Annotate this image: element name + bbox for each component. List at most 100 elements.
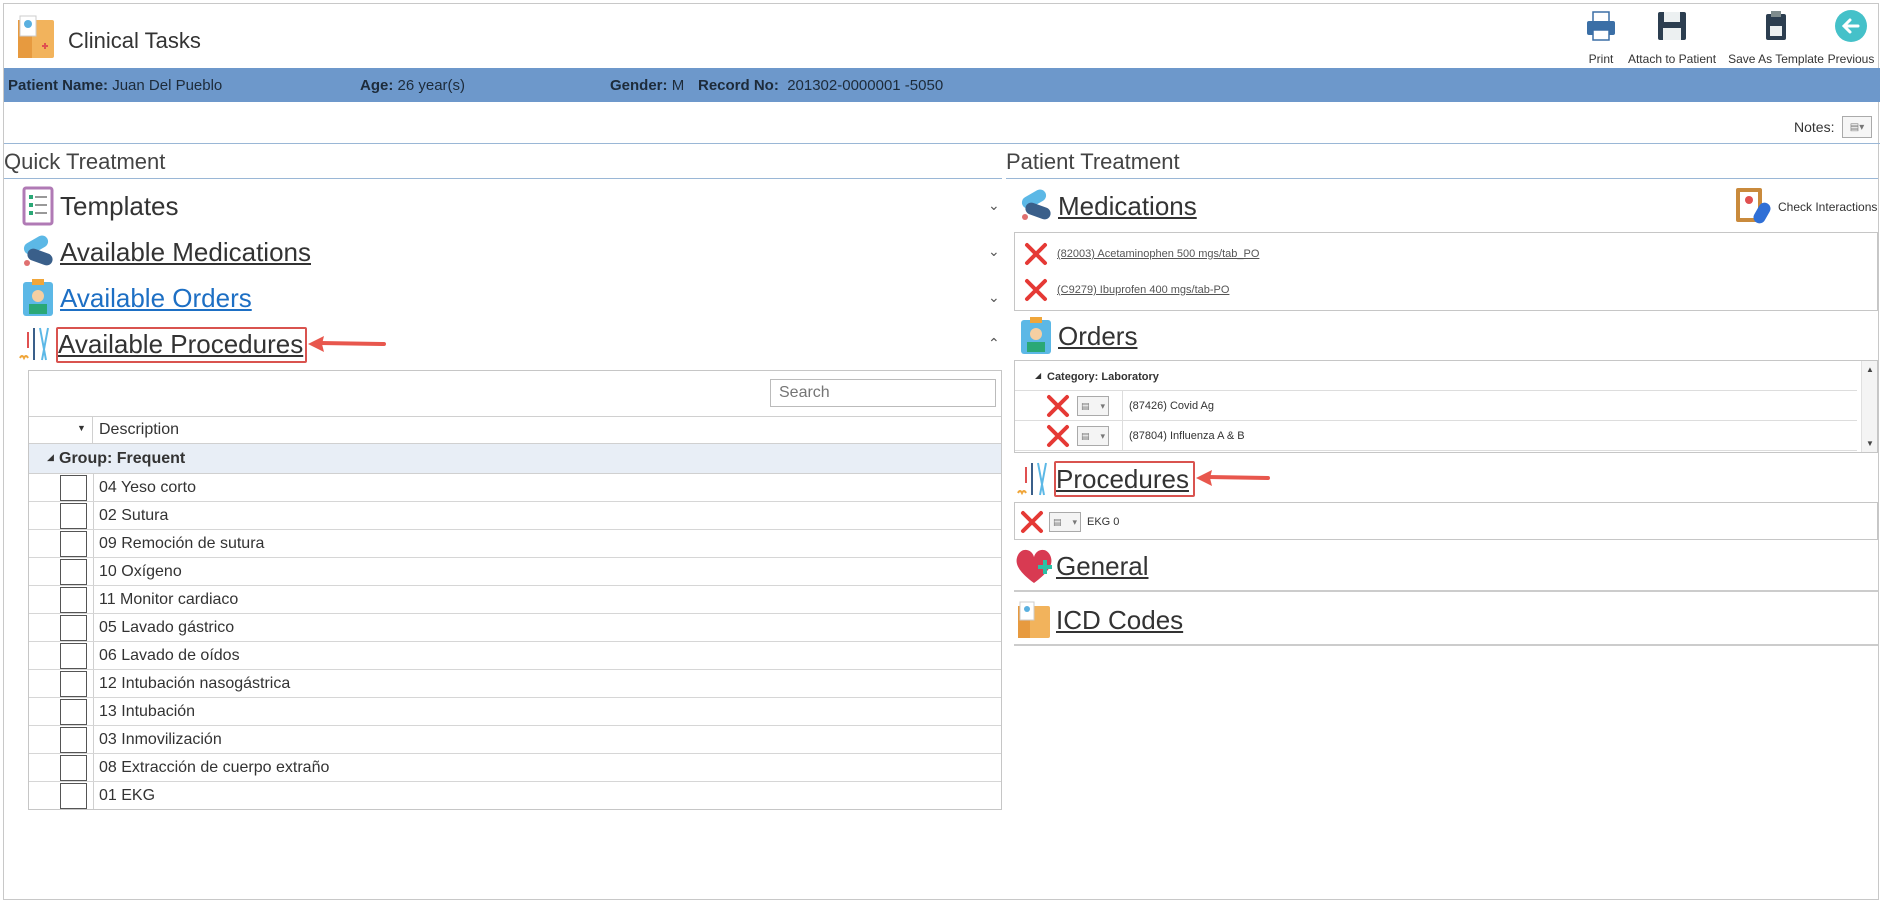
annotation-arrow-icon — [308, 336, 386, 352]
table-row[interactable]: 05 Lavado gástrico — [29, 614, 1001, 642]
row-checkbox[interactable] — [60, 643, 87, 669]
divider — [4, 178, 1002, 179]
table-row[interactable]: 11 Monitor cardiaco — [29, 586, 1001, 614]
medication-link[interactable]: (C9279) Ibuprofen 400 mgs/tab-PO — [1057, 284, 1229, 296]
row-checkbox[interactable] — [60, 475, 87, 501]
note-icon: ▤ — [1081, 430, 1090, 441]
note-dropdown[interactable]: ▤ ▾ — [1077, 396, 1109, 416]
row-checkbox[interactable] — [60, 671, 87, 697]
delete-icon[interactable] — [1023, 241, 1049, 267]
save-as-template-button[interactable]: Save As Template — [1724, 8, 1828, 68]
attach-to-patient-button[interactable]: Attach to Patient — [1622, 8, 1722, 68]
doctor-clipboard-icon — [1016, 316, 1056, 356]
available-orders-link[interactable]: Available Orders — [60, 283, 252, 314]
row-checkbox[interactable] — [60, 559, 87, 585]
table-row[interactable]: 13 Intubación — [29, 698, 1001, 726]
row-checkbox[interactable] — [60, 615, 87, 641]
page-title: Clinical Tasks — [68, 28, 201, 53]
icd-codes-link[interactable]: ICD Codes — [1056, 605, 1183, 636]
row-checkbox[interactable] — [60, 727, 87, 753]
table-row[interactable]: 12 Intubación nasogástrica — [29, 670, 1001, 698]
table-row[interactable]: 01 EKG — [29, 782, 1001, 810]
orders-section-header[interactable]: Orders — [1016, 316, 1137, 356]
chevron-up-icon[interactable]: ⌃ — [988, 335, 1000, 352]
list-item: ▤ ▾ (87426) Covid Ag — [1015, 391, 1857, 421]
divider — [1014, 590, 1878, 592]
row-checkbox[interactable] — [60, 531, 87, 557]
doctor-clipboard-icon — [18, 278, 58, 318]
notes-dropdown[interactable]: ▤ ▾ — [1842, 116, 1872, 138]
chevron-down-icon: ▾ — [1100, 400, 1105, 411]
previous-button[interactable]: Previous — [1826, 8, 1876, 68]
collapse-triangle-icon: ◢ — [1035, 371, 1042, 380]
check-interactions-button[interactable]: Check Interactions — [1734, 184, 1877, 229]
row-checkbox[interactable] — [60, 503, 87, 529]
note-dropdown[interactable]: ▤ ▾ — [1077, 426, 1109, 446]
row-checkbox[interactable] — [60, 783, 87, 809]
clinical-folder-icon — [1014, 600, 1054, 640]
medications-link[interactable]: Medications — [1058, 191, 1197, 222]
row-checkbox[interactable] — [60, 699, 87, 725]
patient-gender: Gender: M — [610, 77, 685, 94]
table-row[interactable]: 03 Inmovilización — [29, 726, 1001, 754]
icd-codes-section-header[interactable]: ICD Codes — [1014, 600, 1183, 640]
clinical-folder-icon — [16, 14, 56, 60]
available-orders-header[interactable]: Available Orders — [18, 278, 252, 318]
available-medications-header[interactable]: Available Medications — [18, 232, 311, 272]
row-checkbox[interactable] — [60, 587, 87, 613]
highlight-box — [56, 327, 307, 363]
surgical-tools-icon — [1014, 459, 1054, 499]
note-icon: ▤ — [1081, 400, 1090, 411]
chevron-down-icon: ▾ — [1100, 430, 1105, 441]
pills-icon — [1016, 186, 1056, 226]
available-medications-link[interactable]: Available Medications — [60, 237, 311, 268]
description-column-header[interactable]: Description — [99, 421, 179, 439]
scroll-down-icon: ▼ — [1866, 439, 1874, 448]
notes-label: Notes: — [1794, 119, 1835, 135]
table-row[interactable]: 02 Sutura — [29, 502, 1001, 530]
general-section-header[interactable]: General — [1014, 546, 1149, 586]
highlight-box — [1054, 461, 1195, 497]
delete-icon[interactable] — [1019, 509, 1045, 535]
patient-name: Patient Name: Juan Del Pueblo — [8, 77, 223, 94]
medications-list: (82003) Acetaminophen 500 mgs/tab_PO (C9… — [1014, 232, 1878, 311]
delete-icon[interactable] — [1045, 393, 1071, 419]
category-group-row[interactable]: ◢ Category: Laboratory — [1015, 361, 1857, 391]
print-button[interactable]: Print — [1574, 8, 1628, 68]
select-column-header[interactable]: ▼ — [29, 417, 93, 443]
procedures-search-input[interactable] — [770, 379, 996, 407]
note-icon: ▤ — [1053, 516, 1062, 527]
table-row[interactable]: 06 Lavado de oídos — [29, 642, 1001, 670]
table-row[interactable]: 09 Remoción de sutura — [29, 530, 1001, 558]
delete-icon[interactable] — [1045, 423, 1071, 449]
templates-section-header[interactable]: Templates — [18, 186, 179, 226]
patient-info-bar: Patient Name: Juan Del Pueblo Age: 26 ye… — [4, 68, 1880, 102]
group-row[interactable]: ◢ Group: Frequent — [29, 444, 1001, 474]
general-link[interactable]: General — [1056, 551, 1149, 582]
save-disk-icon — [1654, 8, 1690, 44]
delete-icon[interactable] — [1023, 277, 1049, 303]
table-row[interactable]: 10 Oxígeno — [29, 558, 1001, 586]
grid-header: ▼ Description — [29, 416, 1001, 444]
chevron-down-icon[interactable]: ⌄ — [988, 289, 1000, 306]
header: Clinical Tasks Print Attach to Patient S… — [4, 4, 1880, 68]
back-arrow-icon — [1833, 8, 1869, 44]
heart-plus-icon — [1014, 546, 1054, 586]
medications-section-header[interactable]: Medications — [1016, 186, 1197, 226]
chevron-down-icon[interactable]: ⌄ — [988, 197, 1000, 214]
row-checkbox[interactable] — [60, 755, 87, 781]
divider — [1014, 644, 1878, 646]
note-dropdown[interactable]: ▤ ▾ — [1049, 512, 1081, 532]
list-item: ▤ ▾ EKG 0 — [1019, 509, 1119, 535]
procedures-grid: ▼ Description ◢ Group: Frequent 04 Yeso … — [28, 370, 1002, 810]
chevron-down-icon[interactable]: ⌄ — [988, 243, 1000, 260]
table-row[interactable]: 04 Yeso corto — [29, 474, 1001, 502]
notes-row: Notes: ▤ ▾ — [4, 108, 1880, 144]
chevron-down-icon: ▾ — [1859, 121, 1865, 133]
orders-link[interactable]: Orders — [1058, 321, 1137, 352]
orders-scrollbar[interactable]: ▲ ▼ — [1861, 361, 1877, 452]
medication-link[interactable]: (82003) Acetaminophen 500 mgs/tab_PO — [1057, 248, 1259, 260]
pills-icon — [18, 232, 58, 272]
note-icon: ▤ — [1849, 121, 1860, 133]
table-row[interactable]: 08 Extracción de cuerpo extraño — [29, 754, 1001, 782]
